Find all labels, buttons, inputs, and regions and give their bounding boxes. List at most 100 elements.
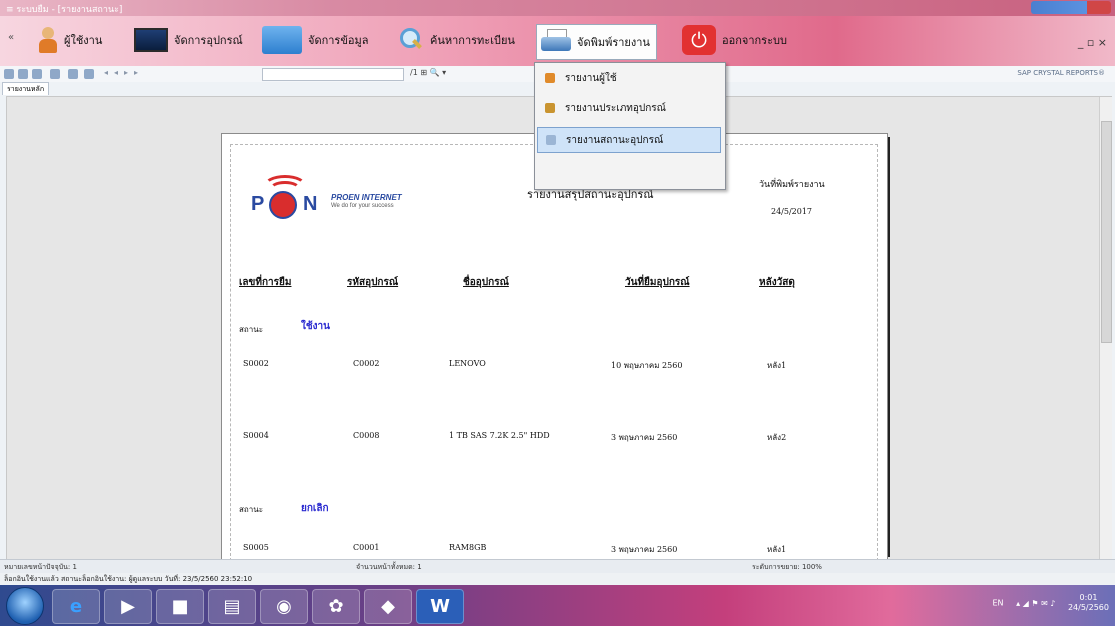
col-header-loan-no: เลขที่การยืม [239, 277, 292, 288]
parameter-icon[interactable] [84, 69, 94, 79]
status-total-pages: จำนวนหน้าทั้งหมด: 1 [356, 563, 422, 571]
page-count-and-tools[interactable]: /1 ⊞ 🔍 ▾ [410, 68, 446, 77]
cell-loan-date: 10 พฤษภาคม 2560 [611, 361, 683, 370]
menu-devices-label: จัดการอุปกรณ์ [174, 34, 243, 47]
menu-data-label: จัดการข้อมูล [308, 34, 369, 47]
app-icon[interactable]: ■ [156, 589, 204, 624]
col-header-building: หลังวัสดุ [759, 277, 795, 288]
cell-loan-date: 3 พฤษภาคม 2560 [611, 433, 678, 442]
printer-icon [541, 29, 571, 55]
export-icon[interactable] [4, 69, 14, 79]
logo-letter-p: P [251, 193, 265, 215]
file-explorer-icon[interactable]: ▤ [208, 589, 256, 624]
dropdown-item-label: รายงานผู้ใช้ [565, 72, 617, 84]
menu-search-label: ค้นหาการทะเบียน [430, 34, 515, 47]
print-icon[interactable] [18, 69, 28, 79]
viewer-status-bar: หมายเลขหน้าปัจจุบัน: 1 จำนวนหน้าทั้งหมด:… [0, 559, 1115, 573]
cell-device-name: LENOVO [449, 359, 486, 368]
cell-building: หลัง1 [767, 361, 787, 370]
cell-loan-no: S0005 [243, 543, 269, 552]
dropdown-item-label: รายงานประเภทอุปกรณ์ [565, 102, 666, 114]
clock-time: 0:01 [1079, 593, 1098, 602]
crystal-reports-label: SAP CRYSTAL REPORTS® [1017, 69, 1105, 77]
company-logo: P N PROEN INTERNET We do for your succes… [251, 175, 451, 219]
page-frame: P N PROEN INTERNET We do for your succes… [230, 144, 878, 566]
cell-loan-no: S0004 [243, 431, 269, 440]
media-player-icon[interactable]: ▶ [104, 589, 152, 624]
language-indicator[interactable]: EN [993, 599, 1004, 608]
group-status-label: สถานะ [239, 325, 263, 334]
search-icon [394, 26, 424, 54]
title-bar: ≡ ระบบยืม - [รายงานสถานะ] [0, 0, 1115, 16]
col-header-loan-date: วันที่ยืมอุปกรณ์ [625, 277, 690, 288]
logo-letter-n: N [303, 193, 318, 215]
cell-building: หลัง2 [767, 433, 787, 442]
menu-exit[interactable]: ⏻ ออกจากระบบ [682, 22, 787, 58]
col-header-device-name: ชื่ออุปกรณ์ [463, 277, 509, 288]
report-page: P N PROEN INTERNET We do for your succes… [221, 133, 888, 567]
device-type-report-icon [545, 103, 555, 113]
print-date: 24/5/2017 [771, 207, 813, 216]
word-icon[interactable]: W [416, 589, 464, 624]
group-status-label: สถานะ [239, 505, 263, 514]
cell-device-code: C0008 [353, 431, 380, 440]
logo-brand-text: PROEN INTERNET [331, 193, 402, 202]
mdi-window-controls[interactable]: _ ▫ × [1078, 36, 1107, 49]
page-nav-arrows-icon[interactable]: ◂◂▸▸ [104, 68, 144, 77]
internet-explorer-icon[interactable]: e [52, 589, 100, 624]
menu-data[interactable]: จัดการข้อมูล [262, 22, 368, 58]
visual-studio-icon[interactable]: ◆ [364, 589, 412, 624]
menu-exit-label: ออกจากระบบ [722, 34, 787, 47]
menu-users[interactable]: ผู้ใช้งาน [38, 22, 102, 58]
dropdown-item-device-type-report[interactable]: รายงานประเภทอุปกรณ์ [537, 97, 721, 119]
device-status-report-icon [546, 135, 556, 145]
cell-loan-date: 3 พฤษภาคม 2560 [611, 545, 678, 554]
print-date-label: วันที่พิมพ์รายงาน [759, 180, 825, 190]
login-info: ล็อกอินใช้งานแล้ว สถานะล็อกอินใช้งาน: ผู… [4, 575, 253, 583]
dropdown-item-device-status-report[interactable]: รายงานสถานะอุปกรณ์ [537, 127, 721, 153]
monitor-icon [134, 28, 168, 52]
windows-taskbar: e ▶ ■ ▤ ◉ ✿ ◆ W EN ▴ ◢ ⚑ ✉ ♪ 0:01 24/5/2… [0, 585, 1115, 626]
menu-print[interactable]: จัดพิมพ์รายงาน [536, 24, 657, 60]
tray-icons[interactable]: ▴ ◢ ⚑ ✉ ♪ [1016, 599, 1055, 608]
menu-arrow-icon[interactable]: « [8, 32, 14, 43]
page-number-input[interactable] [262, 68, 404, 81]
clock-date: 24/5/2560 [1067, 603, 1109, 612]
window-title: ≡ ระบบยืม - [รายงานสถานะ] [6, 5, 123, 15]
copy-icon[interactable] [50, 69, 60, 79]
group-tree-icon[interactable] [68, 69, 78, 79]
user-report-icon [545, 73, 555, 83]
start-button[interactable] [6, 587, 44, 625]
vertical-scrollbar[interactable] [1099, 97, 1112, 559]
cell-building: หลัง1 [767, 545, 787, 554]
system-tray: EN ▴ ◢ ⚑ ✉ ♪ 0:01 24/5/2560 [993, 593, 1110, 613]
app-info-bar: ล็อกอินใช้งานแล้ว สถานะล็อกอินใช้งาน: ผู… [0, 573, 1115, 584]
scroll-thumb[interactable] [1101, 121, 1112, 343]
menu-print-label: จัดพิมพ์รายงาน [577, 36, 650, 49]
chrome-icon[interactable]: ◉ [260, 589, 308, 624]
tab-main-report[interactable]: รายงานหลัก [2, 82, 50, 95]
cell-device-name: RAM8GB [449, 543, 487, 552]
paint-icon[interactable]: ✿ [312, 589, 360, 624]
menu-devices[interactable]: จัดการอุปกรณ์ [134, 22, 243, 58]
refresh-icon[interactable] [32, 69, 42, 79]
cell-device-code: C0002 [353, 359, 380, 368]
status-current-page: หมายเลขหน้าปัจจุบัน: 1 [4, 563, 77, 571]
cell-loan-no: S0002 [243, 359, 269, 368]
cell-device-code: C0001 [353, 543, 380, 552]
menu-users-label: ผู้ใช้งาน [64, 34, 103, 47]
logo-tagline: We do for your success [331, 203, 394, 209]
clock[interactable]: 0:01 24/5/2560 [1068, 593, 1109, 613]
dropdown-item-label: รายงานสถานะอุปกรณ์ [566, 134, 664, 146]
group-status-value: ยกเลิก [301, 503, 329, 514]
window-controls[interactable] [1031, 1, 1111, 14]
folder-icon [262, 26, 302, 54]
col-header-device-code: รหัสอุปกรณ์ [347, 277, 399, 288]
group-status-value: ใช้งาน [301, 321, 331, 332]
dropdown-item-user-report[interactable]: รายงานผู้ใช้ [537, 67, 721, 89]
menu-search[interactable]: ค้นหาการทะเบียน [394, 22, 515, 58]
cell-device-name: 1 TB SAS 7.2K 2.5" HDD [449, 431, 550, 440]
power-icon: ⏻ [682, 25, 716, 55]
user-icon [38, 27, 58, 53]
print-report-dropdown: รายงานผู้ใช้ รายงานประเภทอุปกรณ์ รายงานส… [534, 62, 726, 190]
